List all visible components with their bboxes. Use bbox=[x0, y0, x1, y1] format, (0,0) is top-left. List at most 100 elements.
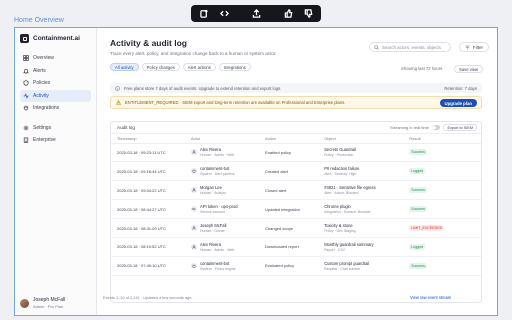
thumbs-up-icon[interactable] bbox=[279, 8, 297, 20]
table-row[interactable]: 2025-03-18 · 08:10:52 UTC Alex Rivera Huma… bbox=[111, 237, 481, 257]
cell-action: Downloaded report bbox=[259, 237, 319, 257]
actor-name[interactable]: Morgan Lee bbox=[200, 185, 226, 190]
table-row[interactable]: 2025-03-18 · 09:18:44 UTC containment-bot… bbox=[111, 161, 481, 182]
cell-action: Closed alert bbox=[259, 180, 319, 201]
actor-name[interactable]: Joseph McFall bbox=[200, 223, 226, 228]
status-badge: Success bbox=[409, 262, 427, 269]
chip-integrations[interactable]: Integrations bbox=[218, 63, 251, 71]
object-detail: Policy · Dev Staging bbox=[324, 229, 356, 233]
cell-actor: API token · ops-prod Service account bbox=[185, 199, 259, 220]
chip-policy-changes[interactable]: Policy changes bbox=[141, 63, 180, 71]
view-raw-stream-link[interactable]: View raw event stream bbox=[410, 295, 451, 300]
object-detail: Report · CSV bbox=[324, 247, 345, 252]
col-result[interactable]: Result bbox=[403, 134, 481, 144]
sidebar-item-label: Settings bbox=[33, 124, 52, 131]
cell-action: Created alert bbox=[259, 161, 319, 182]
table-row[interactable]: 2025-03-18 · 09:04:22 UTC Morgan Lee Human… bbox=[111, 180, 481, 201]
warning-icon bbox=[116, 100, 121, 105]
actor-name[interactable]: Alex Rivera bbox=[200, 147, 234, 152]
status-badge: Success bbox=[409, 187, 427, 194]
col-object[interactable]: Object bbox=[318, 134, 404, 144]
sidebar: Containment.ai Overview Alerts Policies … bbox=[15, 28, 97, 315]
sidebar-item-policies[interactable]: Policies bbox=[20, 77, 91, 89]
brand[interactable]: Containment.ai bbox=[20, 34, 91, 43]
user-icon bbox=[191, 187, 197, 194]
object-name[interactable]: PII redaction failure bbox=[324, 166, 403, 171]
sidebar-nav: Overview Alerts Policies Activity Integr… bbox=[20, 52, 91, 146]
cell-action: Evaluated policy bbox=[259, 256, 319, 276]
cell-object: Chrome plugin Integration · Surface: Brow… bbox=[318, 199, 404, 220]
user-profile[interactable]: Joseph McFall Admin · Pro Plan bbox=[20, 297, 65, 309]
sidebar-spacer bbox=[20, 115, 91, 122]
code-icon[interactable] bbox=[215, 8, 233, 20]
sidebar-item-alerts[interactable]: Alerts bbox=[20, 65, 91, 77]
sidebar-item-integrations[interactable]: Integrations bbox=[20, 102, 91, 114]
col-actor[interactable]: Actor bbox=[185, 134, 259, 144]
object-name[interactable]: Chrome plugin bbox=[324, 204, 403, 209]
table-row[interactable]: 2025-03-18 · 08:31:09 UTC Joseph McFall Hu… bbox=[111, 218, 481, 238]
actor-name[interactable]: API token · ops-prod bbox=[200, 204, 238, 209]
col-timestamp[interactable]: Timestamp bbox=[111, 134, 185, 144]
cell-result: Success bbox=[403, 199, 481, 220]
object-name[interactable]: Toxicity & stone bbox=[324, 223, 403, 228]
cell-object: Toxicity & stone Policy · Dev Staging bbox=[318, 218, 404, 238]
actor-detail: Human · Admin · Web bbox=[200, 153, 235, 158]
chip-all-activity[interactable]: All activity bbox=[110, 63, 139, 71]
table-row[interactable]: 2025-03-18 · 07:49:10 UTC containment-bot… bbox=[111, 256, 481, 276]
sidebar-item-settings[interactable]: Settings bbox=[20, 122, 91, 134]
plug-icon bbox=[23, 105, 29, 111]
export-siem-button[interactable]: Export to SIEM bbox=[443, 124, 477, 131]
upgrade-plan-button[interactable]: Upgrade plan bbox=[439, 99, 477, 107]
actor-name[interactable]: containment-bot bbox=[200, 261, 236, 266]
col-action[interactable]: Action bbox=[259, 134, 319, 144]
main-content: Activity & audit log Trace every alert, … bbox=[97, 28, 497, 315]
sidebar-item-label: Policies bbox=[33, 80, 51, 86]
actor-detail: Human · Admin · Web bbox=[200, 247, 235, 252]
entitlement-banner: ENTITLEMENT_REQUIRED · SIEM export and l… bbox=[110, 96, 482, 109]
key-icon bbox=[191, 206, 197, 213]
cell-object: #4821 · Sensitive file egress Alert · Act… bbox=[318, 180, 404, 201]
chip-alert-actions[interactable]: Alert actions bbox=[182, 63, 216, 71]
user-icon bbox=[191, 243, 197, 250]
actor-name[interactable]: containment-bot bbox=[200, 166, 235, 171]
actor-detail: Human · Analyst bbox=[200, 191, 226, 196]
sidebar-item-activity[interactable]: Activity bbox=[20, 89, 91, 102]
stream-toggle[interactable]: Streaming in real time bbox=[390, 125, 440, 130]
object-detail: Integration · Surface: Browser bbox=[324, 210, 371, 215]
cell-actor: Alex Rivera Human · Admin · Web bbox=[185, 237, 259, 257]
table-row[interactable]: 2025-03-18 · 08:44:27 UTC API token · ops… bbox=[111, 199, 481, 220]
object-name[interactable]: #4821 · Sensitive file egress bbox=[324, 185, 403, 190]
cell-timestamp: 2025-03-18 · 08:44:27 UTC bbox=[111, 199, 185, 220]
search-input[interactable]: Search actors, events, objects bbox=[369, 42, 451, 52]
object-name[interactable]: Secrets Guardrail bbox=[324, 147, 403, 152]
cell-result: Success bbox=[403, 180, 481, 201]
object-name[interactable]: Monthly guardrail summary bbox=[324, 242, 403, 247]
table-header-row: Timestamp Actor Action Object Result bbox=[111, 134, 481, 144]
cell-object: Custom prompt guardrail Request · Chat su… bbox=[318, 256, 404, 276]
object-detail: Policy · Production bbox=[324, 153, 354, 158]
brand-logo-icon bbox=[20, 34, 29, 43]
cell-object: PII redaction failure Alert · Severity: H… bbox=[318, 161, 404, 182]
save-view-button[interactable]: Save view bbox=[454, 65, 484, 73]
filter-label: Filter bbox=[473, 44, 483, 50]
sidebar-item-label: Activity bbox=[33, 92, 49, 99]
search-icon bbox=[374, 44, 379, 50]
share-icon[interactable] bbox=[247, 8, 265, 20]
cell-action: Enabled policy bbox=[259, 143, 319, 163]
audit-log-panel: Audit log Streaming in real time Export … bbox=[110, 121, 482, 303]
sidebar-item-overview[interactable]: Overview bbox=[20, 52, 91, 64]
sidebar-item-enterprise[interactable]: Enterprise bbox=[20, 134, 91, 146]
audit-log-table: Timestamp Actor Action Object Result 202… bbox=[111, 134, 481, 276]
status-badge: Logged bbox=[409, 243, 426, 250]
thumbs-down-icon[interactable] bbox=[299, 8, 317, 20]
cell-actor: containment-bot System · Alert pipeline bbox=[185, 161, 259, 182]
filter-button[interactable]: Filter bbox=[459, 42, 489, 52]
object-name[interactable]: Custom prompt guardrail bbox=[324, 261, 403, 266]
new-chat-icon[interactable] bbox=[195, 8, 213, 20]
cell-timestamp: 2025-03-18 · 07:49:10 UTC bbox=[111, 256, 185, 276]
sidebar-item-label: Integrations bbox=[33, 105, 60, 111]
toggle-switch[interactable] bbox=[431, 125, 440, 130]
actor-detail: Service account bbox=[200, 210, 225, 215]
table-row[interactable]: 2025-03-18 · 09:23:11 UTC Alex Rivera Huma… bbox=[111, 143, 481, 163]
actor-name[interactable]: Alex Rivera bbox=[200, 242, 234, 247]
